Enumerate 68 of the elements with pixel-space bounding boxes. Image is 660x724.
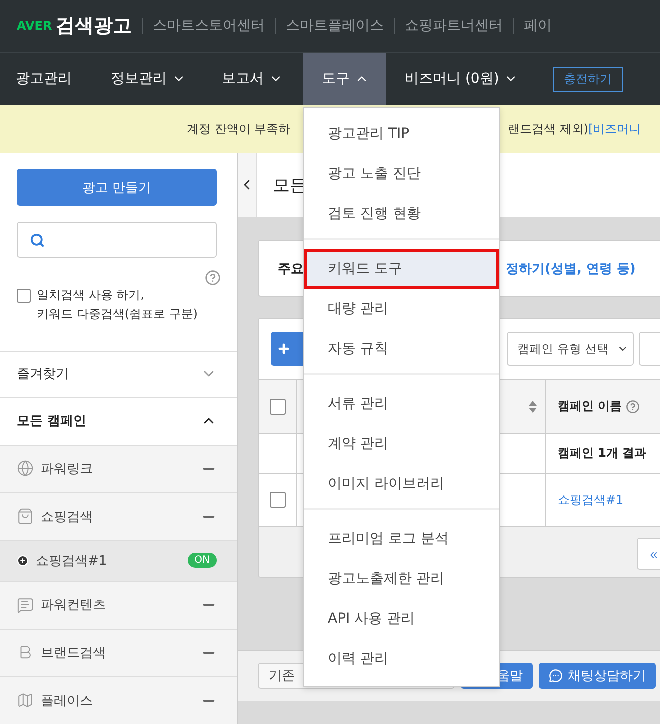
- campaign-label: 브랜드검색: [41, 644, 107, 662]
- campaign-item[interactable]: 파워컨텐츠: [0, 580, 237, 629]
- summary-cell: 캠페인 1개 결과: [558, 445, 647, 462]
- campaign-label: 쇼핑검색#1: [36, 552, 108, 570]
- logo-mark: AVER: [17, 19, 52, 33]
- create-ad-button[interactable]: 광고 만들기: [17, 169, 217, 206]
- campaign-label: 파워컨텐츠: [41, 597, 107, 614]
- search-field[interactable]: [17, 222, 217, 258]
- menu-item[interactable]: 검토 진행 현황: [304, 194, 499, 234]
- footer-button[interactable]: 채팅상담하기: [539, 663, 656, 689]
- menu-item[interactable]: 광고노출제한 관리: [304, 559, 499, 599]
- banner-text: 계정 잔액이 부족하: [187, 120, 292, 138]
- logo-text[interactable]: 검색광고: [56, 13, 132, 39]
- column-header: 캠페인 이름: [558, 398, 622, 415]
- sort-icon[interactable]: [529, 400, 537, 412]
- campaign-type-icon: [17, 692, 34, 710]
- charge-button[interactable]: 충전하기: [553, 66, 623, 92]
- campaign-type-icon: [17, 460, 34, 478]
- exact-search-checkbox[interactable]: [17, 289, 31, 303]
- info-label: 주요: [278, 260, 304, 278]
- help-icon[interactable]: [205, 270, 221, 286]
- chat-icon: [549, 669, 563, 683]
- top-link[interactable]: 쇼핑파트너센터: [405, 17, 504, 35]
- campaign-item[interactable]: 브랜드검색: [0, 628, 237, 676]
- section-label: 즐겨찾기: [17, 366, 69, 384]
- menu-item[interactable]: 광고 노출 진단: [304, 154, 499, 194]
- menu-item[interactable]: 키워드 도구: [304, 249, 499, 289]
- campaign-item[interactable]: 쇼핑검색: [0, 492, 237, 540]
- campaign-label: 쇼핑검색: [41, 508, 94, 526]
- bizmoney-link[interactable]: [비즈머니: [588, 120, 642, 138]
- plus-circle-icon: [17, 554, 29, 567]
- menu-item[interactable]: 자동 규칙: [304, 329, 499, 369]
- menu-item[interactable]: 서류 관리: [304, 384, 499, 424]
- menu-item[interactable]: 계약 관리: [304, 424, 499, 464]
- nav-menu-item[interactable]: 광고관리: [0, 53, 111, 105]
- plus-icon: [277, 342, 291, 356]
- menu-item[interactable]: 광고관리 TIP: [304, 114, 499, 154]
- banner-text: 랜드검색 제외): [508, 120, 588, 138]
- campaign-item[interactable]: 쇼핑검색#1 ON: [0, 540, 237, 581]
- search-icon: [30, 232, 45, 248]
- status-badge: ON: [188, 553, 217, 568]
- menu-item[interactable]: 이미지 라이브러리: [304, 464, 499, 504]
- section-label: 모든 캠페인: [17, 413, 87, 430]
- campaign-type-icon: [17, 508, 34, 526]
- nav-menu-item[interactable]: 도구: [303, 53, 386, 105]
- nav-menu-item[interactable]: 보고서: [222, 53, 303, 105]
- nav-menu-item[interactable]: 비즈머니 (0원): [386, 53, 534, 105]
- exact-search-label: 일치검색 사용 하기, 키워드 다중검색(쉼표로 구분): [37, 287, 198, 324]
- campaign-name-link[interactable]: 쇼핑검색#1: [558, 492, 624, 508]
- top-link[interactable]: 스마트스토어센터: [153, 17, 266, 35]
- campaign-type-select[interactable]: 캠페인 유형 선택: [507, 332, 634, 366]
- menu-item[interactable]: 프리미엄 로그 분석: [304, 519, 499, 559]
- select-all-checkbox[interactable]: [270, 398, 286, 414]
- campaign-item[interactable]: 플레이스: [0, 676, 237, 724]
- campaign-item[interactable]: 파워링크: [0, 444, 237, 492]
- top-link[interactable]: 스마트플레이스: [286, 17, 384, 35]
- targeting-link[interactable]: 정하기(성별, 연령 등): [506, 260, 636, 278]
- campaign-label: 파워링크: [41, 460, 94, 478]
- campaign-type-icon: [17, 596, 34, 614]
- top-link[interactable]: 페이: [524, 17, 552, 35]
- first-page-button[interactable]: «: [637, 538, 660, 570]
- menu-item[interactable]: 대량 관리: [304, 289, 499, 329]
- nav-menu-item[interactable]: 정보관리: [111, 53, 222, 105]
- row-checkbox[interactable]: [270, 492, 286, 508]
- campaign-label: 플레이스: [41, 692, 94, 710]
- help-icon[interactable]: [626, 400, 640, 414]
- menu-item[interactable]: API 사용 관리: [304, 599, 499, 639]
- menu-item[interactable]: 이력 관리: [304, 639, 499, 679]
